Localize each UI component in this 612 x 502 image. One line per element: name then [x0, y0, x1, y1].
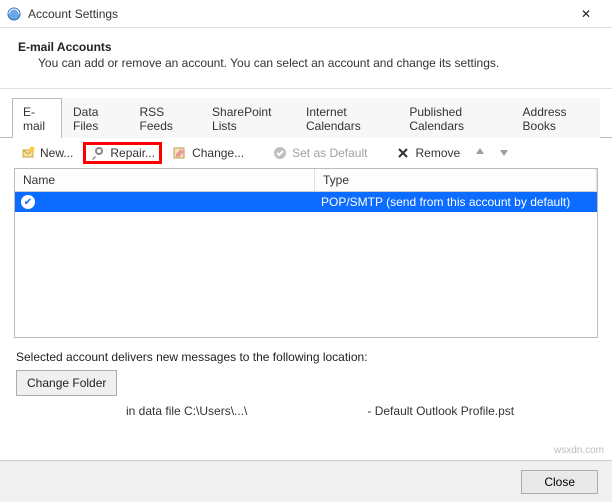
tab-published-calendars[interactable]: Published Calendars — [398, 98, 511, 138]
remove-button[interactable]: Remove — [389, 143, 466, 163]
new-icon — [20, 145, 36, 161]
remove-label: Remove — [415, 146, 460, 160]
header-heading: E-mail Accounts — [18, 40, 594, 54]
col-header-type[interactable]: Type — [315, 169, 597, 191]
tab-sharepoint-lists[interactable]: SharePoint Lists — [201, 98, 295, 138]
account-row-type-cell: POP/SMTP (send from this account by defa… — [315, 193, 597, 211]
change-folder-button[interactable]: Change Folder — [16, 370, 117, 396]
tab-strip: E-mail Data Files RSS Feeds SharePoint L… — [0, 97, 612, 138]
grid-header: Name Type — [15, 169, 597, 192]
new-label: New... — [40, 146, 73, 160]
watermark: wsxdn.com — [554, 445, 604, 456]
set-default-label: Set as Default — [292, 146, 367, 160]
change-label: Change... — [192, 146, 244, 160]
close-button[interactable]: Close — [521, 470, 598, 494]
change-icon — [172, 145, 188, 161]
move-down-button[interactable] — [494, 146, 514, 161]
arrow-up-icon — [474, 147, 486, 161]
tab-internet-calendars[interactable]: Internet Calendars — [295, 98, 398, 138]
move-up-button[interactable] — [470, 146, 490, 161]
divider — [0, 88, 612, 89]
toolbar: New... Repair... Change... Set as Defaul… — [0, 138, 612, 168]
account-row[interactable]: ✔ POP/SMTP (send from this account by de… — [15, 192, 597, 212]
titlebar: Account Settings ✕ — [0, 0, 612, 28]
tab-email[interactable]: E-mail — [12, 98, 62, 138]
window-close-button[interactable]: ✕ — [566, 0, 606, 28]
tab-rss-feeds[interactable]: RSS Feeds — [129, 98, 202, 138]
default-check-icon: ✔ — [21, 195, 35, 209]
set-default-button: Set as Default — [266, 143, 373, 163]
check-circle-icon — [272, 145, 288, 161]
dialog-header: E-mail Accounts You can add or remove an… — [0, 28, 612, 84]
arrow-down-icon — [498, 147, 510, 161]
repair-icon — [90, 145, 106, 161]
datafile-line: in data file C:\Users\...\ - Default Out… — [16, 404, 596, 418]
remove-icon — [395, 145, 411, 161]
accounts-grid: Name Type ✔ POP/SMTP (send from this acc… — [14, 168, 598, 338]
app-icon — [6, 6, 22, 22]
repair-label: Repair... — [110, 146, 155, 160]
repair-button[interactable]: Repair... — [83, 142, 162, 164]
account-row-name-cell: ✔ — [15, 193, 315, 211]
tab-address-books[interactable]: Address Books — [512, 98, 600, 138]
close-icon: ✕ — [581, 7, 591, 21]
header-subtext: You can add or remove an account. You ca… — [38, 56, 594, 70]
delivers-label: Selected account delivers new messages t… — [16, 350, 596, 364]
datafile-path: in data file C:\Users\...\ — [126, 404, 247, 418]
window-title: Account Settings — [28, 7, 566, 21]
dialog-footer: Close — [0, 460, 612, 502]
change-button[interactable]: Change... — [166, 143, 250, 163]
tab-data-files[interactable]: Data Files — [62, 98, 129, 138]
col-header-name[interactable]: Name — [15, 169, 315, 191]
datafile-name: - Default Outlook Profile.pst — [367, 404, 514, 418]
new-button[interactable]: New... — [14, 143, 79, 163]
delivery-section: Selected account delivers new messages t… — [0, 338, 612, 418]
